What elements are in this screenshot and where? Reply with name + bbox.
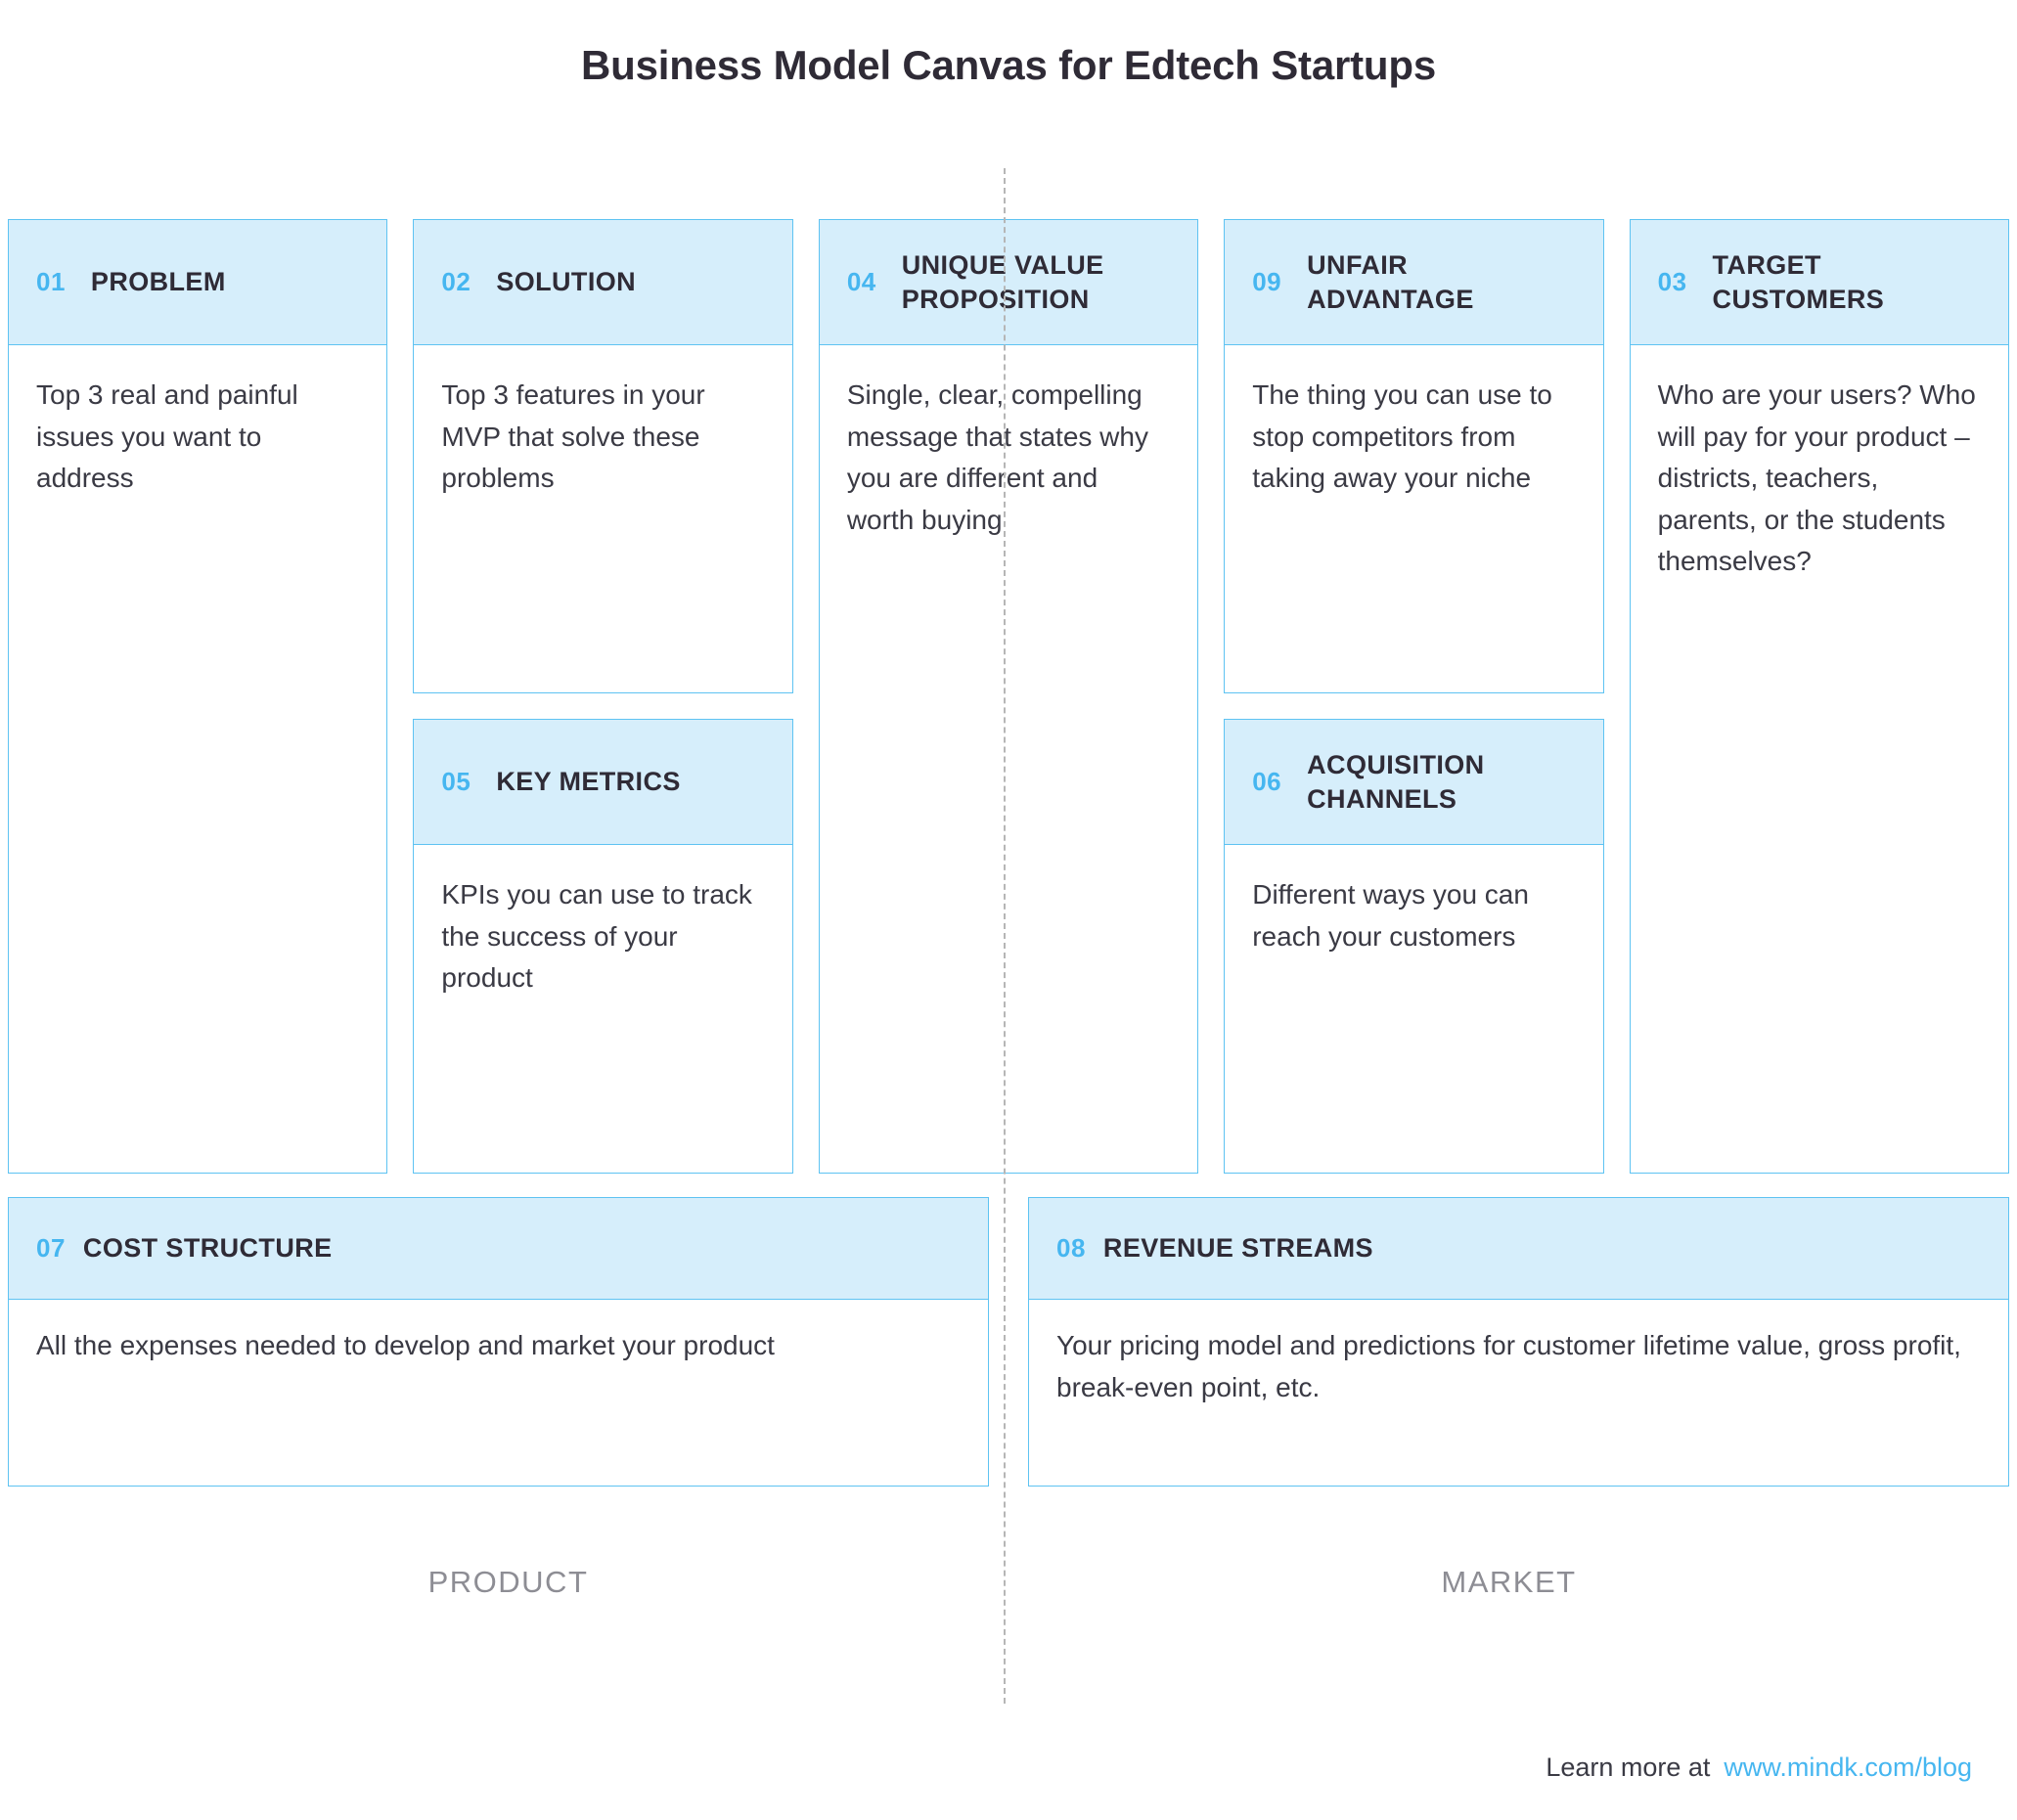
card-body: Single, clear, compelling message that s…	[846, 379, 1148, 535]
card-number: 08	[1056, 1233, 1086, 1263]
canvas-column-3: 04 UNIQUE VALUE PROPOSITION Single, clea…	[818, 219, 1199, 1174]
card-body: All the expenses needed to develop and m…	[36, 1330, 775, 1360]
card-number: 07	[36, 1233, 66, 1263]
card-body: Who are your users? Who will pay for you…	[1657, 379, 1976, 577]
canvas-column-4: 09 UNFAIR ADVANTAGE The thing you can us…	[1224, 219, 1604, 1174]
canvas-column-5: 03 TARGET CUSTOMERS Who are your users? …	[1629, 219, 2010, 1174]
card-body: KPIs you can use to track the success of…	[441, 879, 752, 994]
card-title: UNFAIR ADVANTAGE	[1307, 249, 1474, 314]
page-title: Business Model Canvas for Edtech Startup…	[580, 42, 1436, 88]
card-number: 06	[1252, 767, 1282, 796]
card-title: COST STRUCTURE	[82, 1233, 333, 1264]
card-header: 07 COST STRUCTURE	[9, 1198, 988, 1300]
card-title: TARGET CUSTOMERS	[1712, 249, 1885, 314]
canvas-card-cost-structure[interactable]: 07 COST STRUCTURE All the expenses neede…	[8, 1197, 989, 1487]
card-body: The thing you can use to stop competitor…	[1252, 379, 1552, 494]
canvas-card-revenue-streams[interactable]: 08 REVENUE STREAMS Your pricing model an…	[1028, 1197, 2009, 1487]
canvas-column-2: 02 SOLUTION Top 3 features in your MVP t…	[413, 219, 793, 1174]
card-title: UNIQUE VALUE PROPOSITION	[901, 249, 1104, 314]
card-header: 06 ACQUISITION CHANNELS	[1225, 720, 1603, 845]
card-title: SOLUTION	[496, 267, 637, 297]
card-number: 04	[846, 267, 876, 296]
card-header: 05 KEY METRICS	[414, 720, 792, 845]
canvas-card-unfair-advantage[interactable]: 09 UNFAIR ADVANTAGE The thing you can us…	[1224, 219, 1604, 693]
footer: Learn more at www.mindk.com/blog	[1546, 1753, 1972, 1783]
card-body: Your pricing model and predictions for c…	[1056, 1330, 1961, 1402]
section-label-market: MARKET	[1441, 1565, 1577, 1599]
canvas-card-acquisition-channels[interactable]: 06 ACQUISITION CHANNELS Different ways y…	[1224, 719, 1604, 1174]
card-header: 03 TARGET CUSTOMERS	[1630, 220, 2009, 345]
canvas-card-unique-value-proposition[interactable]: 04 UNIQUE VALUE PROPOSITION Single, clea…	[818, 219, 1199, 1174]
canvas-card-target-customers[interactable]: 03 TARGET CUSTOMERS Who are your users? …	[1629, 219, 2010, 1174]
footer-prefix: Learn more at	[1546, 1753, 1711, 1782]
section-label-product: PRODUCT	[427, 1565, 589, 1599]
card-header: 02 SOLUTION	[414, 220, 792, 345]
card-number: 09	[1252, 267, 1282, 296]
canvas-card-problem[interactable]: 01 PROBLEM Top 3 real and painful issues…	[8, 219, 388, 1174]
canvas-column-1: 01 PROBLEM Top 3 real and painful issues…	[8, 219, 388, 1174]
card-header: 04 UNIQUE VALUE PROPOSITION	[819, 220, 1198, 345]
footer-link[interactable]: www.mindk.com/blog	[1724, 1753, 1972, 1783]
product-market-divider	[1004, 168, 1006, 1704]
card-title: PROBLEM	[90, 267, 226, 297]
card-number: 01	[36, 267, 66, 296]
card-body: Top 3 real and painful issues you want t…	[36, 379, 298, 494]
card-number: 02	[441, 267, 471, 296]
canvas-bottom-row: 07 COST STRUCTURE All the expenses neede…	[8, 1197, 2009, 1487]
card-header: 08 REVENUE STREAMS	[1029, 1198, 2008, 1300]
card-number: 03	[1657, 267, 1687, 296]
card-body: Top 3 features in your MVP that solve th…	[441, 379, 705, 494]
card-title: REVENUE STREAMS	[1102, 1233, 1373, 1264]
card-header: 09 UNFAIR ADVANTAGE	[1225, 220, 1603, 345]
card-title: ACQUISITION CHANNELS	[1307, 749, 1485, 814]
canvas-card-solution[interactable]: 02 SOLUTION Top 3 features in your MVP t…	[413, 219, 793, 693]
section-labels: PRODUCT MARKET	[8, 1565, 2009, 1600]
canvas-grid: 01 PROBLEM Top 3 real and painful issues…	[8, 219, 2010, 1174]
card-title: KEY METRICS	[496, 767, 681, 797]
card-body: Different ways you can reach your custom…	[1252, 879, 1529, 952]
card-number: 05	[441, 767, 471, 796]
card-header: 01 PROBLEM	[9, 220, 387, 345]
canvas-card-key-metrics[interactable]: 05 KEY METRICS KPIs you can use to track…	[413, 719, 793, 1174]
